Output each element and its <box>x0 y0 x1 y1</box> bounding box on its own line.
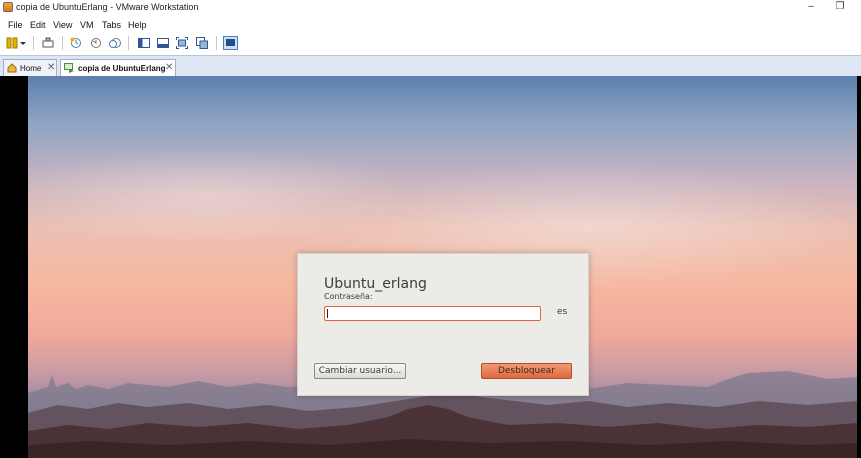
full-screen-icon[interactable] <box>176 37 188 49</box>
password-label: Contraseña: <box>324 292 373 301</box>
tab-home-label: Home <box>20 64 42 73</box>
snapshot-icon[interactable] <box>70 37 82 49</box>
menu-edit[interactable]: Edit <box>30 20 46 30</box>
toolbar-separator <box>33 36 34 50</box>
home-icon <box>7 63 17 73</box>
text-caret <box>327 309 328 318</box>
tab-strip: Home ✕ copia de UbuntuErlang ✕ <box>0 55 861 77</box>
unity-icon[interactable] <box>196 37 208 49</box>
keyboard-layout-indicator[interactable]: es <box>557 307 567 317</box>
snapshot-manager-icon[interactable] <box>109 37 121 49</box>
pause-icon[interactable] <box>6 37 18 49</box>
console-view-icon[interactable] <box>223 36 238 50</box>
minimize-button[interactable]: – <box>796 0 826 16</box>
dropdown-arrow-icon[interactable] <box>19 37 27 49</box>
restore-button[interactable]: ❐ <box>825 0 855 16</box>
menu-help[interactable]: Help <box>128 20 147 30</box>
vmware-app-icon <box>3 2 13 12</box>
menu-file[interactable]: File <box>8 20 23 30</box>
vm-icon <box>64 63 74 73</box>
menu-bar: File Edit View VM Tabs Help <box>0 18 861 33</box>
username-label: Ubuntu_erlang <box>324 276 427 292</box>
send-ctrl-alt-del-icon[interactable] <box>42 37 54 49</box>
menu-vm[interactable]: VM <box>80 20 94 30</box>
vm-display[interactable]: Ubuntu_erlang Contraseña: es Cambiar usu… <box>0 76 861 458</box>
unlock-button[interactable]: Desbloquear <box>481 363 572 379</box>
password-input[interactable] <box>324 306 541 321</box>
tab-vm-label: copia de UbuntuErlang <box>78 64 166 73</box>
window-title: copia de UbuntuErlang - VMware Workstati… <box>16 2 199 12</box>
tab-vm[interactable]: copia de UbuntuErlang ✕ <box>60 59 176 77</box>
close-icon[interactable]: ✕ <box>47 62 55 73</box>
thumbnail-bar-icon[interactable] <box>157 37 169 49</box>
toolbar-separator <box>128 36 129 50</box>
menu-view[interactable]: View <box>53 20 72 30</box>
login-dialog: Ubuntu_erlang Contraseña: es Cambiar usu… <box>297 253 589 396</box>
close-icon[interactable]: ✕ <box>165 62 173 73</box>
title-bar: copia de UbuntuErlang - VMware Workstati… <box>0 0 861 16</box>
switch-user-button[interactable]: Cambiar usuario... <box>314 363 406 379</box>
revert-snapshot-icon[interactable] <box>90 37 102 49</box>
tab-home[interactable]: Home ✕ <box>3 59 57 77</box>
toolbar-separator <box>216 36 217 50</box>
toolbar <box>0 33 861 53</box>
menu-tabs[interactable]: Tabs <box>102 20 121 30</box>
show-library-icon[interactable] <box>138 37 150 49</box>
toolbar-separator <box>62 36 63 50</box>
